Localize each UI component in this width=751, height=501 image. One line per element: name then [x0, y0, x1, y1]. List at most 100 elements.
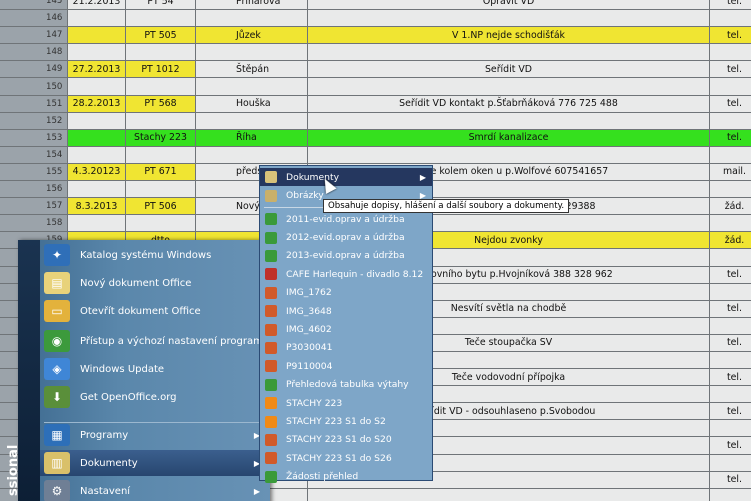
- start-menu-item[interactable]: ⬇ Get OpenOffice.org: [40, 384, 270, 410]
- submenu-item[interactable]: STACHY 223 S1 do S20: [260, 431, 432, 449]
- submenu-item[interactable]: IMG_3648: [260, 302, 432, 320]
- contact-type-cell[interactable]: tel.: [710, 335, 751, 351]
- contact-type-cell[interactable]: [710, 455, 751, 471]
- row-number-cell[interactable]: 150: [0, 78, 68, 95]
- date-cell[interactable]: [68, 10, 126, 27]
- description-cell[interactable]: Seřídit VD: [308, 61, 710, 78]
- description-cell[interactable]: [308, 146, 710, 163]
- description-cell[interactable]: V 1.NP nejde schodišťák: [308, 27, 710, 44]
- location-cell[interactable]: [126, 181, 196, 198]
- table-row[interactable]: 151 28.2.2013 PT 568 Houška Seřídit VD konta…: [0, 95, 751, 113]
- name-cell[interactable]: Říha: [196, 129, 308, 146]
- row-number-cell[interactable]: 145: [0, 0, 68, 10]
- contact-type-cell[interactable]: [710, 386, 751, 402]
- table-row[interactable]: 149 27.2.2013 PT 1012 Štěpán Seřídit VD tel.: [0, 61, 751, 79]
- contact-type-cell[interactable]: žád.: [710, 198, 751, 214]
- contact-type-cell[interactable]: tel.: [710, 472, 751, 488]
- contact-type-cell[interactable]: tel.: [710, 369, 751, 385]
- contact-type-cell[interactable]: tel.: [710, 301, 751, 317]
- contact-type-cell[interactable]: tel.: [710, 61, 751, 77]
- table-row[interactable]: 147 PT 505 Jůzek V 1.NP nejde schodišťák tel…: [0, 27, 751, 45]
- contact-type-cell[interactable]: tel.: [710, 27, 751, 43]
- contact-type-cell[interactable]: [710, 284, 751, 300]
- start-menu-item[interactable]: ▭ Otevřít dokument Office: [40, 298, 270, 324]
- row-number-cell[interactable]: 158: [0, 215, 68, 232]
- table-row[interactable]: 145 21.2.2013 PT 54 Priharová Opravit VD tel.: [0, 0, 751, 11]
- contact-type-cell[interactable]: [710, 420, 751, 436]
- row-number-cell[interactable]: 146: [0, 10, 68, 27]
- start-menu-item[interactable]: ▤ Nový dokument Office: [40, 270, 270, 296]
- location-cell[interactable]: [126, 215, 196, 232]
- submenu-item[interactable]: Žádosti přehled: [260, 468, 432, 486]
- date-cell[interactable]: 4.3.20123: [68, 163, 126, 181]
- submenu-item[interactable]: P3030041: [260, 339, 432, 357]
- row-number-cell[interactable]: 152: [0, 112, 68, 129]
- name-cell[interactable]: Priharová: [196, 0, 308, 10]
- date-cell[interactable]: [68, 112, 126, 129]
- location-cell[interactable]: [126, 112, 196, 129]
- contact-type-cell[interactable]: [710, 147, 751, 163]
- contact-type-cell[interactable]: žád.: [710, 232, 751, 248]
- location-cell[interactable]: [126, 146, 196, 163]
- start-menu-documents[interactable]: ▥ Dokumenty ▶: [40, 450, 270, 476]
- description-cell[interactable]: Smrdí kanalizace: [308, 129, 710, 146]
- name-cell[interactable]: [196, 78, 308, 95]
- contact-type-cell[interactable]: tel.: [710, 267, 751, 283]
- location-cell[interactable]: PT 54: [126, 0, 196, 10]
- start-menu-programs[interactable]: ▦ Programy ▶: [40, 422, 270, 448]
- location-cell[interactable]: [126, 78, 196, 95]
- contact-type-cell[interactable]: [710, 318, 751, 334]
- submenu-item[interactable]: STACHY 223 S1 do S26: [260, 449, 432, 467]
- table-row[interactable]: 150: [0, 78, 751, 96]
- location-cell[interactable]: PT 1012: [126, 61, 196, 78]
- location-cell[interactable]: PT 568: [126, 95, 196, 112]
- start-menu-item[interactable]: ◈ Windows Update: [40, 356, 270, 382]
- location-cell[interactable]: PT 505: [126, 27, 196, 44]
- contact-type-cell[interactable]: tel.: [710, 0, 751, 9]
- date-cell[interactable]: 28.2.2013: [68, 95, 126, 112]
- table-row[interactable]: 146: [0, 10, 751, 28]
- date-cell[interactable]: [68, 215, 126, 232]
- date-cell[interactable]: [68, 129, 126, 146]
- start-menu-settings[interactable]: ⚙ Nastavení ▶: [40, 478, 270, 501]
- row-number-cell[interactable]: 149: [0, 61, 68, 78]
- submenu-item[interactable]: STACHY 223 S1 do S2: [260, 412, 432, 430]
- name-cell[interactable]: [196, 112, 308, 129]
- contact-type-cell[interactable]: mail.: [710, 164, 751, 180]
- submenu-item[interactable]: 2012-evid.oprav a údržba: [260, 228, 432, 246]
- description-cell[interactable]: [308, 112, 710, 129]
- start-menu-item[interactable]: ✦ Katalog systému Windows: [40, 242, 270, 268]
- description-cell[interactable]: Opravit VD: [308, 0, 710, 10]
- row-number-cell[interactable]: 155: [0, 163, 68, 181]
- location-cell[interactable]: Stachy 223: [126, 129, 196, 146]
- submenu-item[interactable]: IMG_4602: [260, 320, 432, 338]
- location-cell[interactable]: [126, 10, 196, 27]
- date-cell[interactable]: [68, 146, 126, 163]
- contact-type-cell[interactable]: [710, 215, 751, 231]
- contact-type-cell[interactable]: [710, 44, 751, 60]
- date-cell[interactable]: 27.2.2013: [68, 61, 126, 78]
- name-cell[interactable]: Houška: [196, 95, 308, 112]
- contact-type-cell[interactable]: tel.: [710, 96, 751, 112]
- contact-type-cell[interactable]: [710, 181, 751, 197]
- date-cell[interactable]: 21.2.2013: [68, 0, 126, 10]
- submenu-item[interactable]: P9110004: [260, 357, 432, 375]
- row-number-cell[interactable]: 151: [0, 95, 68, 112]
- row-number-cell[interactable]: 156: [0, 181, 68, 198]
- date-cell[interactable]: [68, 27, 126, 44]
- row-number-cell[interactable]: 154: [0, 146, 68, 163]
- table-row[interactable]: 154: [0, 146, 751, 164]
- contact-type-cell[interactable]: [710, 352, 751, 368]
- submenu-item[interactable]: Přehledová tabulka výtahy: [260, 376, 432, 394]
- contact-type-cell[interactable]: [710, 78, 751, 94]
- description-cell[interactable]: Seřídit VD kontakt p.Šťabrňáková 776 725…: [308, 95, 710, 112]
- description-cell[interactable]: [308, 10, 710, 27]
- location-cell[interactable]: PT 506: [126, 198, 196, 215]
- name-cell[interactable]: [196, 44, 308, 61]
- description-cell[interactable]: [308, 44, 710, 61]
- contact-type-cell[interactable]: tel.: [710, 437, 751, 453]
- name-cell[interactable]: Jůzek: [196, 27, 308, 44]
- contact-type-cell[interactable]: tel.: [710, 403, 751, 419]
- name-cell[interactable]: [196, 146, 308, 163]
- location-cell[interactable]: [126, 44, 196, 61]
